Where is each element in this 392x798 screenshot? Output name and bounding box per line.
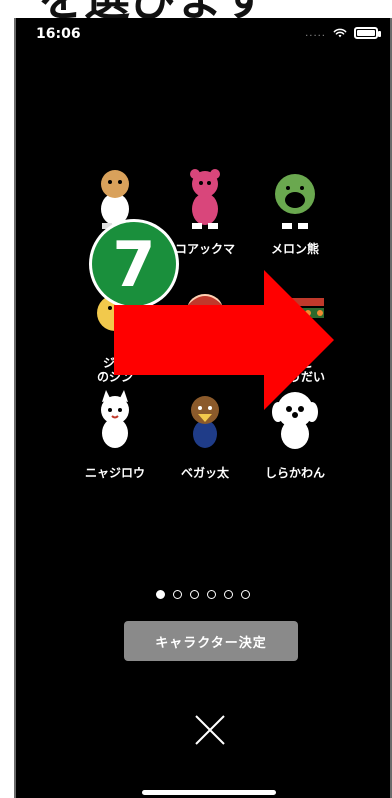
character-sprite	[190, 169, 220, 229]
pager-dot[interactable]	[241, 590, 250, 599]
arrow-right-icon	[114, 270, 334, 410]
character-sprite	[275, 174, 315, 229]
status-bar: 16:06 .....	[16, 18, 390, 52]
pager-dot[interactable]	[156, 590, 165, 599]
character-decide-button[interactable]: キャラクター決定	[124, 621, 298, 661]
character-name: しらかわん	[264, 466, 325, 480]
pager-dot[interactable]	[224, 590, 233, 599]
pager-dot[interactable]	[190, 590, 199, 599]
wifi-icon	[333, 28, 347, 38]
character-item[interactable]: コアックマ	[160, 164, 250, 256]
pager-dot[interactable]	[173, 590, 182, 599]
close-icon[interactable]	[192, 712, 228, 748]
character-name: ニャジロウ	[84, 466, 145, 480]
page-indicator[interactable]	[16, 590, 390, 599]
character-name: ベガッ太	[180, 466, 229, 480]
status-icons: .....	[305, 25, 381, 41]
home-indicator	[142, 790, 276, 795]
character-name: メロン熊	[270, 242, 319, 256]
status-time: 16:06	[36, 26, 81, 42]
battery-level	[357, 30, 375, 36]
pager-dot[interactable]	[207, 590, 216, 599]
battery-icon	[354, 27, 381, 39]
character-item[interactable]: メロン熊	[250, 164, 340, 256]
signal-icon: .....	[305, 27, 326, 39]
